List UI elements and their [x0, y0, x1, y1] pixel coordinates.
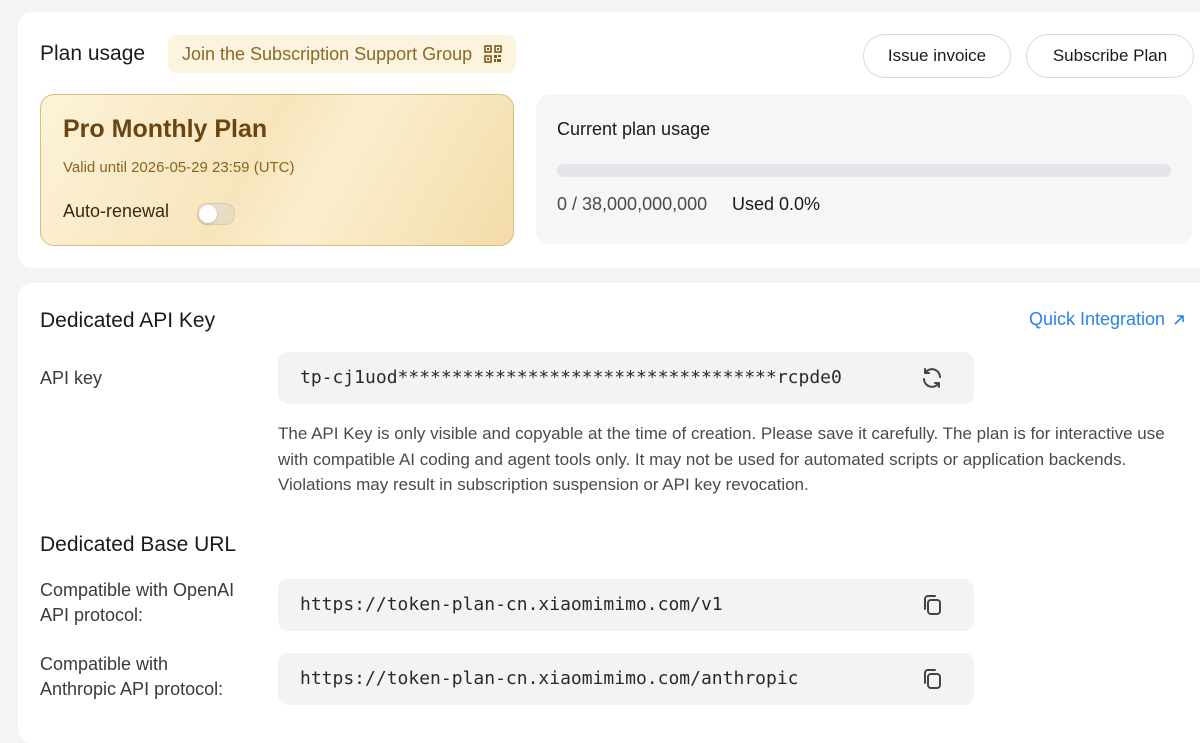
- api-key-value: tp-cj1uod*******************************…: [300, 367, 842, 388]
- copy-icon[interactable]: [920, 593, 944, 617]
- openai-protocol-label-line2: API protocol:: [40, 605, 144, 625]
- toggle-knob: [199, 205, 217, 223]
- anthropic-protocol-label-line2: Anthropic API protocol:: [40, 679, 224, 699]
- openai-protocol-label: Compatible with OpenAI API protocol:: [40, 578, 234, 628]
- issue-invoice-button[interactable]: Issue invoice: [863, 34, 1011, 78]
- anthropic-protocol-label: Compatible with Anthropic API protocol:: [40, 652, 223, 702]
- plan-name: Pro Monthly Plan: [63, 115, 268, 143]
- openai-url-field: https://token-plan-cn.xiaomimimo.com/v1: [278, 579, 974, 631]
- plan-info-card: Pro Monthly Plan Valid until 2026-05-29 …: [40, 94, 514, 246]
- api-key-description: The API Key is only visible and copyable…: [278, 424, 1165, 494]
- plan-usage-title: Plan usage: [40, 42, 146, 65]
- plan-usage-panel: Current plan usage 0 / 38,000,000,000 Us…: [536, 94, 1192, 244]
- arrow-up-right-icon: [1174, 314, 1184, 325]
- auto-renewal-label: Auto-renewal: [63, 201, 170, 221]
- usage-count: 0 / 38,000,000,000: [557, 194, 708, 214]
- plan-usage-card: Plan usage Join the Subscription Support…: [18, 12, 1200, 268]
- quick-integration-link[interactable]: Quick Integration: [1029, 309, 1185, 330]
- quick-integration-label: Quick Integration: [1029, 309, 1166, 329]
- copy-icon[interactable]: [920, 667, 944, 691]
- api-key-label: API key: [40, 368, 103, 388]
- openai-url-value: https://token-plan-cn.xiaomimimo.com/v1: [300, 594, 723, 615]
- usage-used-percent: Used 0.0%: [732, 194, 821, 214]
- api-key-field: tp-cj1uod*******************************…: [278, 352, 974, 404]
- anthropic-url-field: https://token-plan-cn.xiaomimimo.com/ant…: [278, 653, 974, 705]
- usage-progress-bar: [557, 164, 1171, 177]
- qr-code-icon: [484, 45, 502, 63]
- api-key-card: Dedicated API Key Quick Integration API …: [18, 283, 1200, 743]
- api-key-section-title: Dedicated API Key: [40, 309, 216, 332]
- anthropic-protocol-label-line1: Compatible with: [40, 654, 169, 674]
- support-group-label: Join the Subscription Support Group: [182, 43, 473, 64]
- plan-valid-until: Valid until 2026-05-29 23:59 (UTC): [63, 159, 295, 176]
- subscribe-plan-button[interactable]: Subscribe Plan: [1026, 34, 1194, 78]
- base-url-section-title: Dedicated Base URL: [40, 533, 237, 556]
- anthropic-url-value: https://token-plan-cn.xiaomimimo.com/ant…: [300, 668, 799, 689]
- openai-protocol-label-line1: Compatible with OpenAI: [40, 580, 235, 600]
- support-group-pill[interactable]: Join the Subscription Support Group: [168, 35, 517, 73]
- refresh-icon[interactable]: [920, 366, 944, 390]
- usage-title: Current plan usage: [557, 119, 711, 139]
- auto-renewal-toggle[interactable]: [197, 203, 235, 225]
